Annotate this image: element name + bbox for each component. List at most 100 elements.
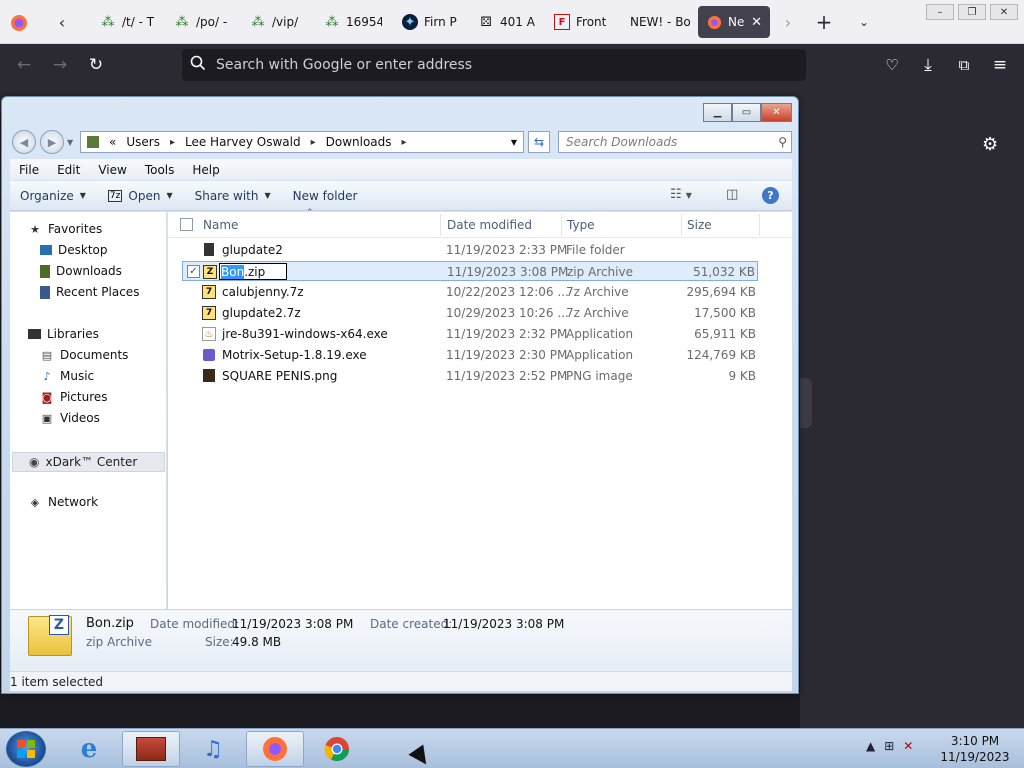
- help-icon[interactable]: ?: [762, 187, 779, 204]
- breadcrumb-overflow[interactable]: «: [109, 135, 116, 149]
- sidebar-favorites[interactable]: ★ Favorites: [28, 220, 102, 238]
- tab-scroll-right-icon[interactable]: ›: [776, 10, 800, 34]
- tab-401[interactable]: ⚄ 401 A: [470, 6, 536, 38]
- select-all-checkbox[interactable]: [180, 218, 193, 231]
- tab-vip-board[interactable]: ⁂ /vip/: [242, 6, 304, 38]
- column-divider[interactable]: [440, 214, 441, 236]
- window-restore-button[interactable]: ❐: [958, 4, 986, 20]
- breadcrumb-user[interactable]: Lee Harvey Oswald: [185, 135, 301, 149]
- column-date-modified[interactable]: Date modified: [447, 218, 532, 232]
- menu-icon[interactable]: ≡: [988, 53, 1012, 77]
- file-row[interactable]: SQUARE PENIS.png 11/19/2023 2:52 PM PNG …: [182, 366, 758, 386]
- list-tabs-icon[interactable]: ⌄: [852, 10, 876, 34]
- file-list: Name ⌃ Date modified Type Size glupdate2…: [168, 208, 792, 609]
- pocket-icon[interactable]: ♡: [880, 53, 904, 77]
- back-icon[interactable]: ←: [12, 53, 36, 77]
- extensions-icon[interactable]: ⧉: [952, 53, 976, 77]
- column-type[interactable]: Type: [567, 218, 595, 232]
- chevron-right-icon[interactable]: ▸: [311, 137, 316, 148]
- url-bar[interactable]: Search with Google or enter address: [182, 49, 806, 81]
- forward-icon[interactable]: →: [48, 53, 72, 77]
- view-options-icon[interactable]: ☷ ▼: [670, 187, 692, 202]
- tab-po-board[interactable]: ⁂ /po/ -: [166, 6, 230, 38]
- new-folder-button[interactable]: New folder: [282, 189, 369, 203]
- chevron-right-icon[interactable]: ▸: [170, 137, 175, 148]
- tab-title: Ne: [728, 15, 745, 29]
- tab-active-new[interactable]: Ne ✕: [698, 6, 770, 38]
- chrome-icon[interactable]: [308, 731, 366, 767]
- tab-firn[interactable]: ✦ Firn P: [394, 6, 458, 38]
- address-bar[interactable]: « Users ▸ Lee Harvey Oswald ▸ Downloads …: [80, 131, 524, 153]
- tab-new-bo[interactable]: NEW! - Bo: [622, 6, 692, 38]
- column-size[interactable]: Size: [687, 218, 712, 232]
- share-with-button[interactable]: Share with ▼: [184, 189, 282, 203]
- menu-file[interactable]: File: [10, 163, 48, 177]
- sidebar-item-desktop[interactable]: Desktop: [40, 241, 108, 259]
- recent-pages-chevron-icon[interactable]: ▼: [67, 138, 73, 147]
- sidebar-item-documents[interactable]: ▤ Documents: [40, 346, 129, 364]
- column-name[interactable]: Name: [203, 218, 238, 232]
- search-icon[interactable]: ⚲: [778, 135, 787, 149]
- sidebar-item-recent-places[interactable]: Recent Places: [40, 283, 139, 301]
- column-divider[interactable]: [681, 214, 682, 236]
- gear-icon[interactable]: ⚙: [982, 134, 998, 155]
- file-row[interactable]: glupdate2 11/19/2023 2:33 PM File folder: [182, 240, 758, 260]
- sidebar-item-downloads[interactable]: Downloads: [40, 262, 122, 280]
- sidebar-libraries[interactable]: Libraries: [28, 325, 99, 343]
- close-button[interactable]: ✕: [761, 103, 792, 122]
- organize-button[interactable]: Organize ▼: [10, 189, 97, 203]
- close-tab-icon[interactable]: ✕: [751, 15, 762, 30]
- menu-view[interactable]: View: [89, 163, 135, 177]
- preview-pane-icon[interactable]: ◫: [726, 187, 738, 202]
- menu-help[interactable]: Help: [183, 163, 228, 177]
- window-minimize-button[interactable]: –: [926, 4, 954, 20]
- sidebar-item-music[interactable]: ♪ Music: [40, 367, 94, 385]
- sidebar-network[interactable]: ◈ Network: [28, 493, 98, 511]
- itunes-icon[interactable]: ♫: [184, 731, 242, 767]
- row-checkbox-checked[interactable]: ✓: [187, 265, 200, 278]
- scroll-handle[interactable]: [800, 378, 812, 428]
- new-tab-icon[interactable]: +: [812, 10, 836, 34]
- breadcrumb-users[interactable]: Users: [126, 135, 160, 149]
- search-downloads-input[interactable]: Search Downloads ⚲: [558, 131, 792, 153]
- menu-edit[interactable]: Edit: [48, 163, 89, 177]
- sidebar-item-videos[interactable]: ▣ Videos: [40, 409, 100, 427]
- file-row[interactable]: ♨ jre-8u391-windows-x64.exe 11/19/2023 2…: [182, 324, 758, 344]
- file-explorer-icon[interactable]: [122, 731, 180, 767]
- file-row-selected[interactable]: ✓ Z Bon .zip 11/19/2023 3:08 PM zip Archi…: [182, 261, 758, 281]
- open-button[interactable]: 7z Open ▼: [97, 189, 184, 203]
- file-row[interactable]: Motrix-Setup-1.8.19.exe 11/19/2023 2:30 …: [182, 345, 758, 365]
- clock[interactable]: 3:10 PM 11/19/2023: [940, 733, 1010, 765]
- firefox-icon[interactable]: [246, 731, 304, 767]
- volume-muted-icon[interactable]: ✕: [903, 739, 913, 753]
- reload-icon[interactable]: ↻: [84, 53, 108, 77]
- column-divider[interactable]: [759, 214, 760, 236]
- internet-explorer-icon[interactable]: e: [60, 731, 118, 767]
- show-hidden-icons-icon[interactable]: ▲: [866, 739, 875, 753]
- breadcrumb-downloads[interactable]: Downloads: [326, 135, 392, 149]
- file-row[interactable]: 7 calubjenny.7z 10/22/2023 12:06 ... 7z …: [182, 282, 758, 302]
- rename-input[interactable]: Bon .zip: [219, 263, 287, 280]
- menu-tools[interactable]: Tools: [136, 163, 184, 177]
- tab-scroll-left-icon[interactable]: ‹: [50, 10, 74, 34]
- start-button[interactable]: [6, 731, 46, 767]
- sidebar-item-pictures[interactable]: ◙ Pictures: [40, 388, 108, 406]
- refresh-button[interactable]: ⇆: [528, 131, 550, 153]
- back-button[interactable]: ◀: [12, 130, 36, 154]
- address-dropdown-icon[interactable]: ▼: [511, 138, 517, 147]
- maximize-button[interactable]: ▭: [732, 103, 761, 122]
- chevron-right-icon[interactable]: ▸: [402, 137, 407, 148]
- forward-button[interactable]: ▶: [40, 130, 64, 154]
- tab-front[interactable]: F Front: [546, 6, 612, 38]
- folder-icon: [87, 136, 99, 148]
- network-status-icon[interactable]: ⊞: [884, 739, 894, 753]
- sidebar-item-homegroup[interactable]: ◉ xDark™ Center: [12, 452, 165, 472]
- tab-t-board[interactable]: ⁂ /t/ - T: [92, 6, 155, 38]
- window-close-button[interactable]: ✕: [990, 4, 1018, 20]
- minimize-button[interactable]: ▁: [703, 103, 732, 122]
- tab-thread[interactable]: ⁂ 16954: [316, 6, 383, 38]
- firefox-view-icon[interactable]: [8, 12, 30, 34]
- file-row[interactable]: 7 glupdate2.7z 10/29/2023 10:26 ... 7z A…: [182, 303, 758, 323]
- downloads-icon[interactable]: ⤓: [916, 53, 940, 77]
- column-divider[interactable]: [561, 214, 562, 236]
